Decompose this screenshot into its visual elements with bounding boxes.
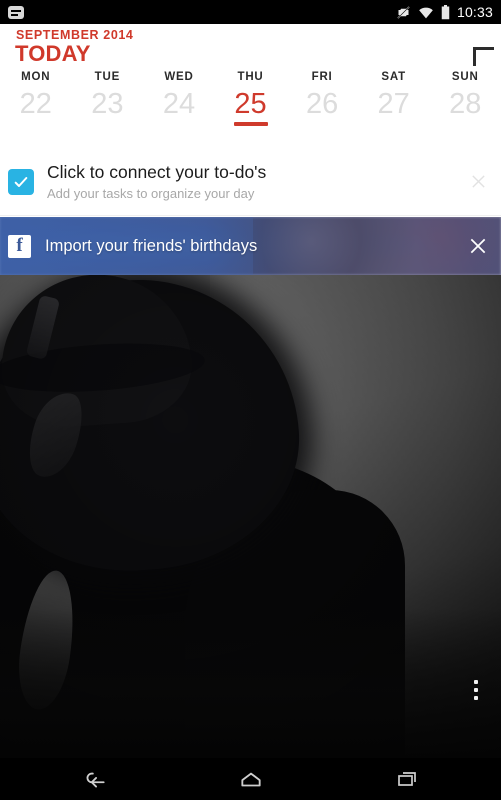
status-bar: 10:33 — [0, 0, 501, 24]
status-bar-notifications — [8, 5, 24, 19]
status-bar-system-icons: 10:33 — [396, 4, 493, 20]
week-day-mon[interactable]: MON 22 — [0, 66, 72, 146]
photo-bottom-fade — [0, 608, 501, 758]
facebook-icon: f — [8, 234, 31, 258]
todo-banner-close-button[interactable] — [455, 148, 501, 216]
week-strip: MON 22 TUE 23 WED 24 THU 25 FRI 26 SAT 2… — [0, 66, 501, 146]
week-day-name: MON — [21, 71, 51, 83]
week-day-name: SUN — [451, 71, 479, 83]
todo-connect-banner[interactable]: Click to connect your to-do's Add your t… — [0, 148, 501, 216]
facebook-icon-letter: f — [16, 235, 23, 256]
recents-icon — [395, 767, 419, 791]
battery-icon — [441, 4, 450, 20]
page-title: TODAY — [15, 41, 91, 66]
back-icon — [82, 766, 108, 792]
nav-recents-button[interactable] — [379, 758, 435, 800]
week-day-sun[interactable]: SUN 28 — [429, 66, 501, 146]
home-icon — [238, 766, 264, 792]
vibrate-off-icon — [396, 5, 411, 20]
day-photo[interactable] — [0, 275, 501, 758]
todo-banner-subtitle: Add your tasks to organize your day — [47, 186, 255, 202]
todo-banner-title: Click to connect your to-do's — [47, 161, 267, 182]
week-day-number: 26 — [305, 88, 339, 120]
checkbox-checked-icon — [8, 168, 34, 195]
close-icon — [468, 236, 488, 256]
wifi-icon — [418, 6, 434, 19]
week-day-number: 22 — [19, 88, 52, 120]
header-month-label: SEPTEMBER 2014 — [16, 28, 134, 42]
week-day-wed[interactable]: WED 24 — [143, 66, 215, 146]
week-day-number: 24 — [162, 88, 196, 120]
week-day-tue[interactable]: TUE 23 — [72, 66, 144, 146]
week-day-name: FRI — [311, 71, 333, 83]
close-icon — [470, 173, 487, 190]
week-day-number: 23 — [91, 88, 124, 120]
week-day-number: 27 — [377, 88, 410, 120]
nav-home-button[interactable] — [223, 758, 279, 800]
week-day-number: 28 — [449, 88, 482, 120]
week-day-name: THU — [237, 71, 264, 83]
app-badge-icon — [8, 5, 24, 19]
overflow-menu-icon — [474, 680, 478, 700]
facebook-banner-label: Import your friends' birthdays — [45, 236, 258, 255]
facebook-import-banner[interactable]: f Import your friends' birthdays — [0, 217, 501, 275]
add-event-button[interactable] — [453, 28, 494, 68]
todo-banner-text: Click to connect your to-do's Add your t… — [47, 162, 455, 202]
week-day-name: WED — [164, 71, 194, 83]
facebook-banner-close-button[interactable] — [455, 217, 501, 275]
nav-back-button[interactable] — [67, 758, 123, 800]
selected-indicator — [233, 122, 268, 126]
week-day-thu[interactable]: THU 25 — [215, 66, 287, 146]
app-header: SEPTEMBER 2014 TODAY — [0, 24, 501, 68]
app-screen: 10:33 SEPTEMBER 2014 TODAY MON 22 TUE 23… — [0, 0, 501, 800]
week-day-number: 25 — [234, 88, 267, 120]
week-day-fri[interactable]: FRI 26 — [286, 66, 358, 146]
week-day-name: TUE — [94, 71, 121, 83]
status-bar-clock: 10:33 — [456, 4, 493, 20]
android-navigation-bar — [0, 758, 501, 800]
week-day-name: SAT — [381, 71, 406, 83]
overflow-menu-button[interactable] — [459, 670, 493, 710]
week-day-sat[interactable]: SAT 27 — [358, 66, 430, 146]
